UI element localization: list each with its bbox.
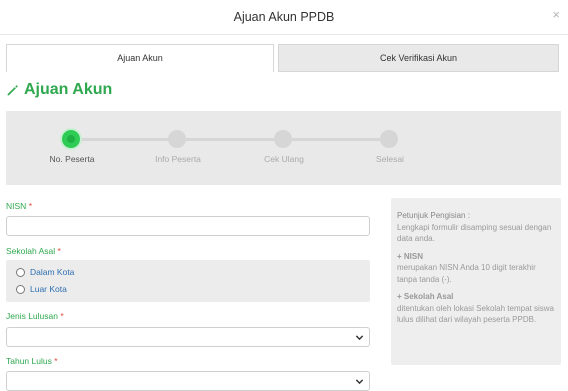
step-4-dot xyxy=(380,130,398,148)
radio-label: Luar Kota xyxy=(30,284,67,294)
step-3-dot xyxy=(274,130,292,148)
chevron-down-icon xyxy=(355,335,364,341)
required-mark: * xyxy=(60,311,64,321)
tahun-lulus-select[interactable] xyxy=(6,371,370,391)
step-4-label: Selesai xyxy=(376,154,404,164)
modal-header: Ajuan Akun PPDB × xyxy=(0,0,568,35)
close-button[interactable]: × xyxy=(552,8,560,22)
help-nisn-text: merupakan NISN Anda 10 digit terakhir ta… xyxy=(397,263,536,284)
nisn-input[interactable] xyxy=(6,216,370,236)
help-sekolah-heading: + Sekolah Asal xyxy=(397,292,454,301)
sekolah-asal-label: Sekolah Asal * xyxy=(6,246,61,256)
section-title: Ajuan Akun xyxy=(6,81,112,99)
tab-bar: Ajuan Akun Cek Verifikasi Akun xyxy=(6,44,559,72)
help-title: Petunjuk Pengisian : xyxy=(397,211,470,220)
step-1-label: No. Peserta xyxy=(49,154,95,164)
radio-luar-kota[interactable]: Luar Kota xyxy=(16,284,67,294)
step-3-label: Cek Ulang xyxy=(264,154,304,164)
required-mark: * xyxy=(54,356,58,366)
tab-ajuan-akun[interactable]: Ajuan Akun xyxy=(6,44,274,72)
radio-dalam-kota[interactable]: Dalam Kota xyxy=(16,267,74,277)
step-2-dot xyxy=(168,130,186,148)
help-sekolah-text: ditentukan oleh lokasi Sekolah tempat si… xyxy=(397,303,554,325)
pencil-icon xyxy=(7,84,18,95)
jenis-lulusan-select[interactable] xyxy=(6,327,370,347)
step-2-label: Info Peserta xyxy=(155,154,201,164)
step-1-dot xyxy=(62,130,80,148)
jenis-lulusan-label: Jenis Lulusan * xyxy=(6,311,64,321)
required-mark: * xyxy=(57,246,61,256)
help-panel: Petunjuk Pengisian : Lengkapi formulir d… xyxy=(391,198,561,365)
tahun-lulus-label: Tahun Lulus * xyxy=(6,356,58,366)
radio-button[interactable] xyxy=(16,284,25,294)
sekolah-asal-radio-group: Dalam Kota Luar Kota xyxy=(6,260,370,302)
radio-button[interactable] xyxy=(16,267,25,277)
help-intro: Lengkapi formulir disamping sesuai denga… xyxy=(397,222,552,244)
required-mark: * xyxy=(28,201,32,211)
help-nisn-heading: + NISN xyxy=(397,251,424,261)
nisn-label: NISN * xyxy=(6,201,32,211)
chevron-down-icon xyxy=(355,379,364,385)
section-title-text: Ajuan Akun xyxy=(24,81,113,98)
radio-label: Dalam Kota xyxy=(30,267,75,277)
tab-cek-verifikasi-akun[interactable]: Cek Verifikasi Akun xyxy=(278,44,559,72)
progress-stepper: No. Peserta Info Peserta Cek Ulang Seles… xyxy=(6,111,561,185)
modal-title: Ajuan Akun PPDB xyxy=(233,10,335,24)
